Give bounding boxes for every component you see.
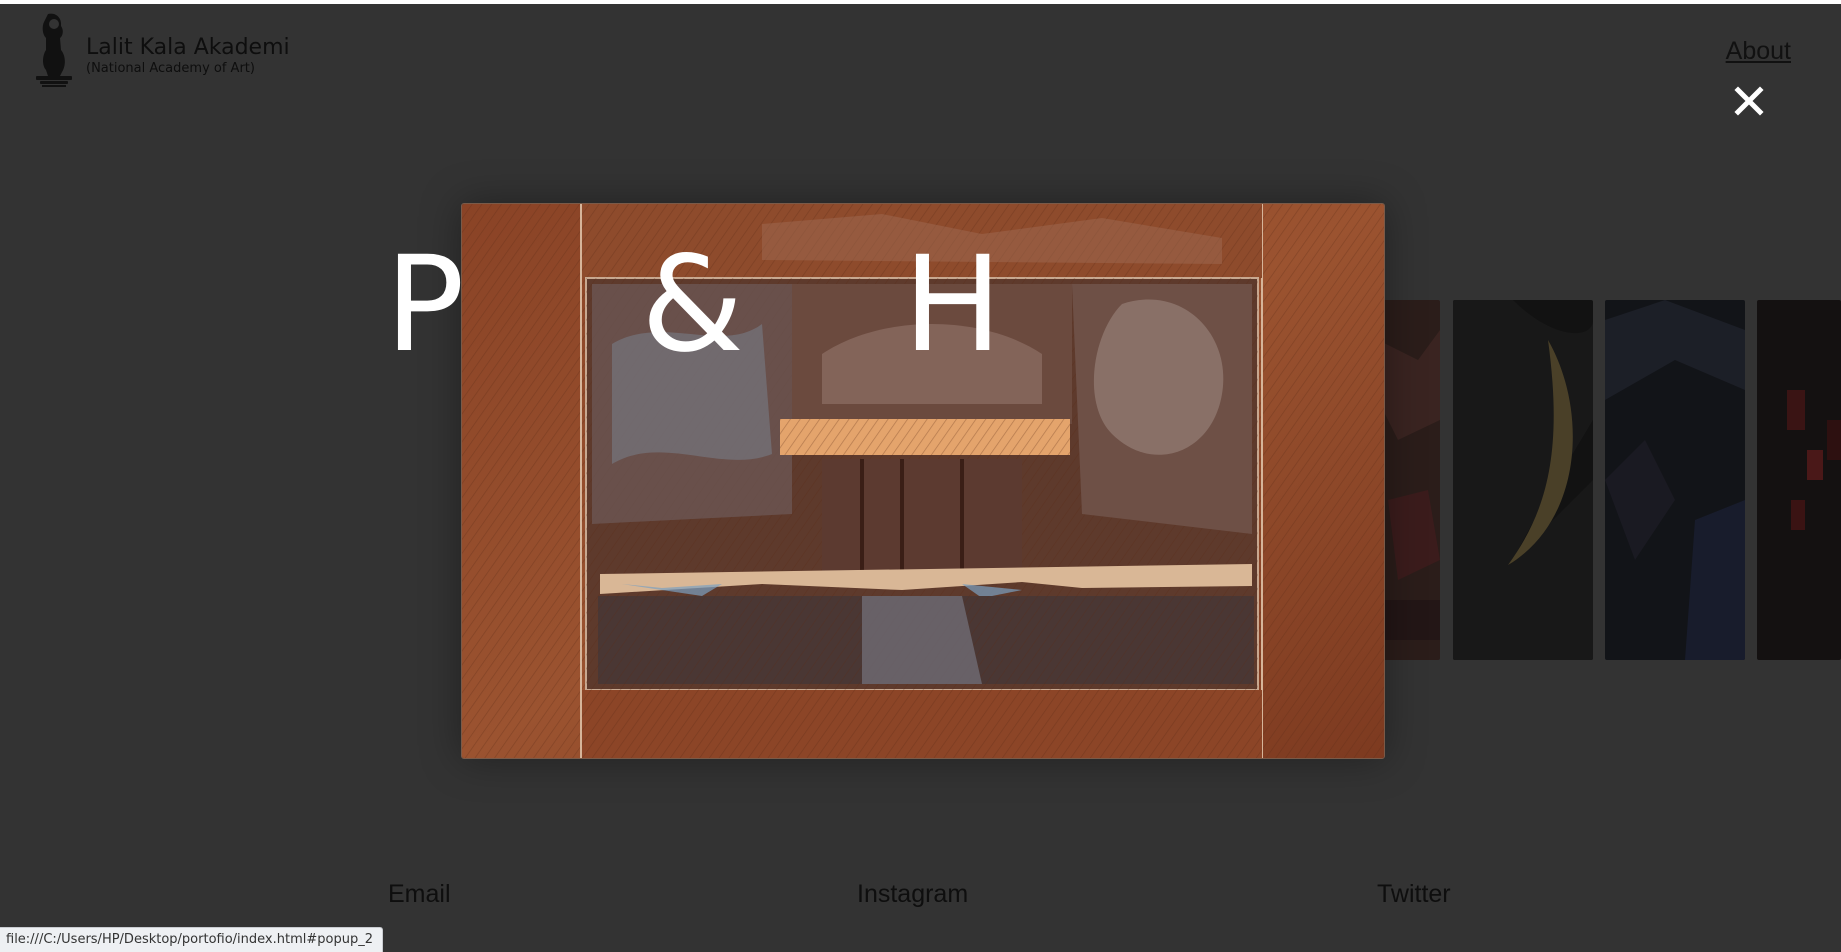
instagram-link[interactable]: Instagram [857,880,968,909]
gallery-thumb[interactable] [1757,300,1841,660]
org-name: Lalit Kala Akademi [86,35,290,60]
browser-status-url: file:///C:/Users/HP/Desktop/portofio/ind… [0,927,383,952]
site-logo[interactable]: Lalit Kala Akademi (National Academy of … [30,10,290,90]
gallery-thumb[interactable] [1453,300,1593,660]
close-icon[interactable] [1734,86,1764,116]
email-link[interactable]: Email [388,880,451,909]
headline-letter-p: P [385,228,465,382]
gallery-thumb[interactable] [1378,300,1440,660]
lion-emblem-icon [36,13,72,87]
top-border [0,0,1841,4]
logo-text: Lalit Kala Akademi (National Academy of … [86,36,290,78]
headline: P & H [385,230,1002,380]
gallery-thumb[interactable] [1605,300,1745,660]
headline-letter-h: H [903,228,1003,382]
twitter-link[interactable]: Twitter [1377,880,1451,909]
about-link[interactable]: About [1726,37,1791,66]
org-subtitle: (National Academy of Art) [86,61,255,76]
headline-letter-ampersand: & [641,228,744,382]
